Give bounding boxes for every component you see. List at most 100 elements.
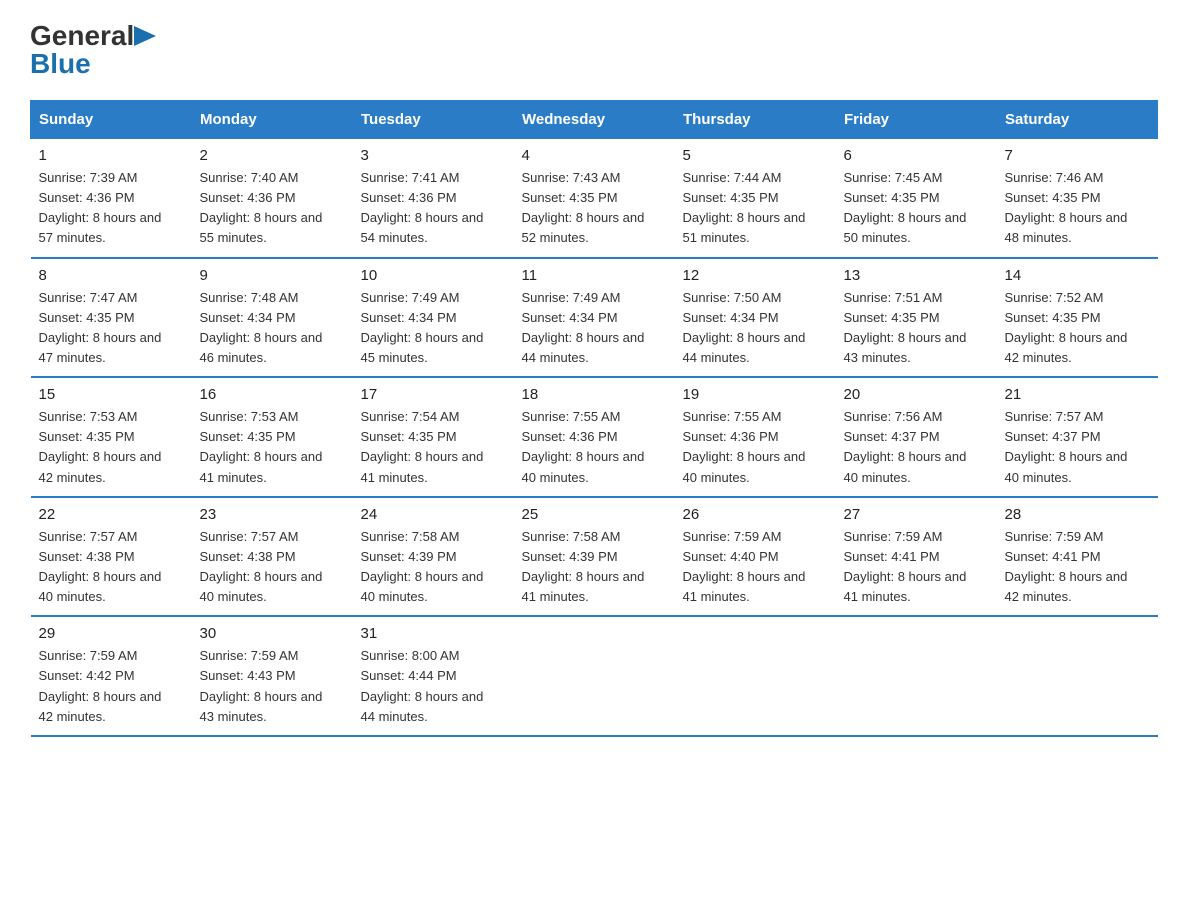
- calendar-cell: 8 Sunrise: 7:47 AMSunset: 4:35 PMDaylight…: [31, 258, 192, 378]
- week-row-4: 22 Sunrise: 7:57 AMSunset: 4:38 PMDayligh…: [31, 497, 1158, 617]
- calendar-cell: 27Sunrise: 7:59 AMSunset: 4:41 PMDayligh…: [836, 497, 997, 617]
- day-number: 1: [39, 147, 184, 164]
- day-number: 30: [200, 625, 345, 642]
- day-number: 14: [1005, 267, 1150, 284]
- week-row-3: 15 Sunrise: 7:53 AMSunset: 4:35 PMDayligh…: [31, 377, 1158, 497]
- calendar-cell: 23Sunrise: 7:57 AMSunset: 4:38 PMDayligh…: [192, 497, 353, 617]
- calendar-cell: 7 Sunrise: 7:46 AMSunset: 4:35 PMDaylight…: [997, 139, 1158, 258]
- day-info: Sunrise: 7:48 AMSunset: 4:34 PMDaylight:…: [200, 288, 345, 369]
- day-info: Sunrise: 7:44 AMSunset: 4:35 PMDaylight:…: [683, 168, 828, 249]
- day-info: Sunrise: 7:49 AMSunset: 4:34 PMDaylight:…: [361, 288, 506, 369]
- day-number: 6: [844, 147, 989, 164]
- day-info: Sunrise: 7:59 AMSunset: 4:40 PMDaylight:…: [683, 527, 828, 608]
- day-info: Sunrise: 7:59 AMSunset: 4:42 PMDaylight:…: [39, 646, 184, 727]
- day-number: 26: [683, 506, 828, 523]
- day-number: 9: [200, 267, 345, 284]
- day-number: 13: [844, 267, 989, 284]
- calendar-cell: 6 Sunrise: 7:45 AMSunset: 4:35 PMDaylight…: [836, 139, 997, 258]
- day-info: Sunrise: 7:45 AMSunset: 4:35 PMDaylight:…: [844, 168, 989, 249]
- day-info: Sunrise: 7:57 AMSunset: 4:38 PMDaylight:…: [39, 527, 184, 608]
- day-info: Sunrise: 7:53 AMSunset: 4:35 PMDaylight:…: [39, 407, 184, 488]
- day-number: 11: [522, 267, 667, 284]
- calendar-cell: 29Sunrise: 7:59 AMSunset: 4:42 PMDayligh…: [31, 616, 192, 736]
- day-info: Sunrise: 7:58 AMSunset: 4:39 PMDaylight:…: [361, 527, 506, 608]
- day-info: Sunrise: 7:56 AMSunset: 4:37 PMDaylight:…: [844, 407, 989, 488]
- weekday-header-saturday: Saturday: [997, 101, 1158, 139]
- day-info: Sunrise: 7:53 AMSunset: 4:35 PMDaylight:…: [200, 407, 345, 488]
- day-info: Sunrise: 7:59 AMSunset: 4:43 PMDaylight:…: [200, 646, 345, 727]
- calendar-cell: 1 Sunrise: 7:39 AMSunset: 4:36 PMDaylight…: [31, 139, 192, 258]
- calendar-cell: 14 Sunrise: 7:52 AMSunset: 4:35 PMDayligh…: [997, 258, 1158, 378]
- weekday-header-sunday: Sunday: [31, 101, 192, 139]
- day-info: Sunrise: 7:55 AMSunset: 4:36 PMDaylight:…: [522, 407, 667, 488]
- day-number: 19: [683, 386, 828, 403]
- calendar-cell: 10 Sunrise: 7:49 AMSunset: 4:34 PMDayligh…: [353, 258, 514, 378]
- calendar-cell: 12Sunrise: 7:50 AMSunset: 4:34 PMDayligh…: [675, 258, 836, 378]
- calendar-cell: [514, 616, 675, 736]
- calendar-cell: 3 Sunrise: 7:41 AMSunset: 4:36 PMDaylight…: [353, 139, 514, 258]
- day-info: Sunrise: 7:47 AMSunset: 4:35 PMDaylight:…: [39, 288, 184, 369]
- logo-arrow-icon: [134, 22, 156, 50]
- day-info: Sunrise: 7:54 AMSunset: 4:35 PMDaylight:…: [361, 407, 506, 488]
- week-row-2: 8 Sunrise: 7:47 AMSunset: 4:35 PMDaylight…: [31, 258, 1158, 378]
- day-info: Sunrise: 7:46 AMSunset: 4:35 PMDaylight:…: [1005, 168, 1150, 249]
- day-info: Sunrise: 8:00 AMSunset: 4:44 PMDaylight:…: [361, 646, 506, 727]
- day-number: 20: [844, 386, 989, 403]
- calendar-cell: 13 Sunrise: 7:51 AMSunset: 4:35 PMDayligh…: [836, 258, 997, 378]
- day-number: 15: [39, 386, 184, 403]
- day-number: 2: [200, 147, 345, 164]
- week-row-5: 29Sunrise: 7:59 AMSunset: 4:42 PMDayligh…: [31, 616, 1158, 736]
- day-info: Sunrise: 7:51 AMSunset: 4:35 PMDaylight:…: [844, 288, 989, 369]
- day-info: Sunrise: 7:40 AMSunset: 4:36 PMDaylight:…: [200, 168, 345, 249]
- day-info: Sunrise: 7:41 AMSunset: 4:36 PMDaylight:…: [361, 168, 506, 249]
- calendar-cell: 28Sunrise: 7:59 AMSunset: 4:41 PMDayligh…: [997, 497, 1158, 617]
- calendar-cell: [836, 616, 997, 736]
- calendar-cell: 15 Sunrise: 7:53 AMSunset: 4:35 PMDayligh…: [31, 377, 192, 497]
- day-number: 10: [361, 267, 506, 284]
- day-info: Sunrise: 7:52 AMSunset: 4:35 PMDaylight:…: [1005, 288, 1150, 369]
- weekday-header-tuesday: Tuesday: [353, 101, 514, 139]
- day-number: 24: [361, 506, 506, 523]
- calendar-table: SundayMondayTuesdayWednesdayThursdayFrid…: [30, 100, 1158, 737]
- calendar-cell: 20 Sunrise: 7:56 AMSunset: 4:37 PMDayligh…: [836, 377, 997, 497]
- weekday-header-wednesday: Wednesday: [514, 101, 675, 139]
- calendar-cell: 25 Sunrise: 7:58 AMSunset: 4:39 PMDayligh…: [514, 497, 675, 617]
- day-info: Sunrise: 7:50 AMSunset: 4:34 PMDaylight:…: [683, 288, 828, 369]
- day-number: 8: [39, 267, 184, 284]
- day-info: Sunrise: 7:49 AMSunset: 4:34 PMDaylight:…: [522, 288, 667, 369]
- day-number: 3: [361, 147, 506, 164]
- day-number: 22: [39, 506, 184, 523]
- day-number: 28: [1005, 506, 1150, 523]
- day-number: 31: [361, 625, 506, 642]
- calendar-cell: 11 Sunrise: 7:49 AMSunset: 4:34 PMDayligh…: [514, 258, 675, 378]
- calendar-cell: 4Sunrise: 7:43 AMSunset: 4:35 PMDaylight…: [514, 139, 675, 258]
- calendar-cell: 18 Sunrise: 7:55 AMSunset: 4:36 PMDayligh…: [514, 377, 675, 497]
- day-number: 17: [361, 386, 506, 403]
- weekday-header-row: SundayMondayTuesdayWednesdayThursdayFrid…: [31, 101, 1158, 139]
- calendar-cell: [675, 616, 836, 736]
- calendar-cell: 22 Sunrise: 7:57 AMSunset: 4:38 PMDayligh…: [31, 497, 192, 617]
- day-info: Sunrise: 7:58 AMSunset: 4:39 PMDaylight:…: [522, 527, 667, 608]
- calendar-cell: 31 Sunrise: 8:00 AMSunset: 4:44 PMDayligh…: [353, 616, 514, 736]
- weekday-header-thursday: Thursday: [675, 101, 836, 139]
- weekday-header-monday: Monday: [192, 101, 353, 139]
- day-number: 21: [1005, 386, 1150, 403]
- week-row-1: 1 Sunrise: 7:39 AMSunset: 4:36 PMDaylight…: [31, 139, 1158, 258]
- calendar-cell: 2 Sunrise: 7:40 AMSunset: 4:36 PMDaylight…: [192, 139, 353, 258]
- day-number: 7: [1005, 147, 1150, 164]
- day-info: Sunrise: 7:57 AMSunset: 4:37 PMDaylight:…: [1005, 407, 1150, 488]
- calendar-cell: 5Sunrise: 7:44 AMSunset: 4:35 PMDaylight…: [675, 139, 836, 258]
- day-info: Sunrise: 7:39 AMSunset: 4:36 PMDaylight:…: [39, 168, 184, 249]
- calendar-cell: 19 Sunrise: 7:55 AMSunset: 4:36 PMDayligh…: [675, 377, 836, 497]
- calendar-cell: 24 Sunrise: 7:58 AMSunset: 4:39 PMDayligh…: [353, 497, 514, 617]
- day-info: Sunrise: 7:55 AMSunset: 4:36 PMDaylight:…: [683, 407, 828, 488]
- calendar-cell: 21 Sunrise: 7:57 AMSunset: 4:37 PMDayligh…: [997, 377, 1158, 497]
- calendar-cell: 26 Sunrise: 7:59 AMSunset: 4:40 PMDayligh…: [675, 497, 836, 617]
- day-number: 18: [522, 386, 667, 403]
- day-number: 4: [522, 147, 667, 164]
- calendar-cell: 16Sunrise: 7:53 AMSunset: 4:35 PMDayligh…: [192, 377, 353, 497]
- calendar-cell: 17 Sunrise: 7:54 AMSunset: 4:35 PMDayligh…: [353, 377, 514, 497]
- day-number: 27: [844, 506, 989, 523]
- logo: GeneralBlue: [30, 20, 156, 80]
- day-number: 25: [522, 506, 667, 523]
